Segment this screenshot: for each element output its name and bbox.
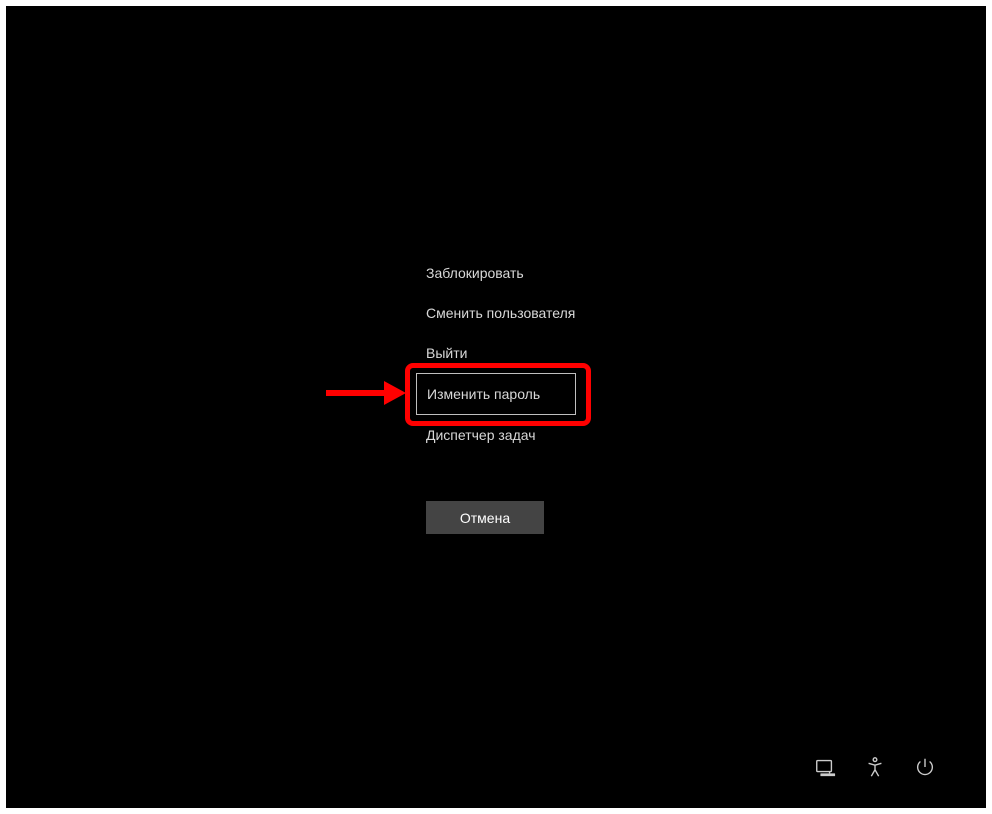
security-options-menu: Заблокировать Сменить пользователя Выйти… <box>426 253 576 455</box>
cancel-button[interactable]: Отмена <box>426 501 544 534</box>
network-icon[interactable] <box>814 756 836 778</box>
system-tray <box>814 756 936 778</box>
power-icon[interactable] <box>914 756 936 778</box>
security-options-screen: Заблокировать Сменить пользователя Выйти… <box>6 6 986 808</box>
switch-user-option[interactable]: Сменить пользователя <box>426 293 576 333</box>
change-password-option[interactable]: Изменить пароль <box>416 373 576 415</box>
sign-out-option[interactable]: Выйти <box>426 333 576 373</box>
lock-option[interactable]: Заблокировать <box>426 253 576 293</box>
task-manager-option[interactable]: Диспетчер задач <box>426 415 576 455</box>
accessibility-icon[interactable] <box>864 756 886 778</box>
